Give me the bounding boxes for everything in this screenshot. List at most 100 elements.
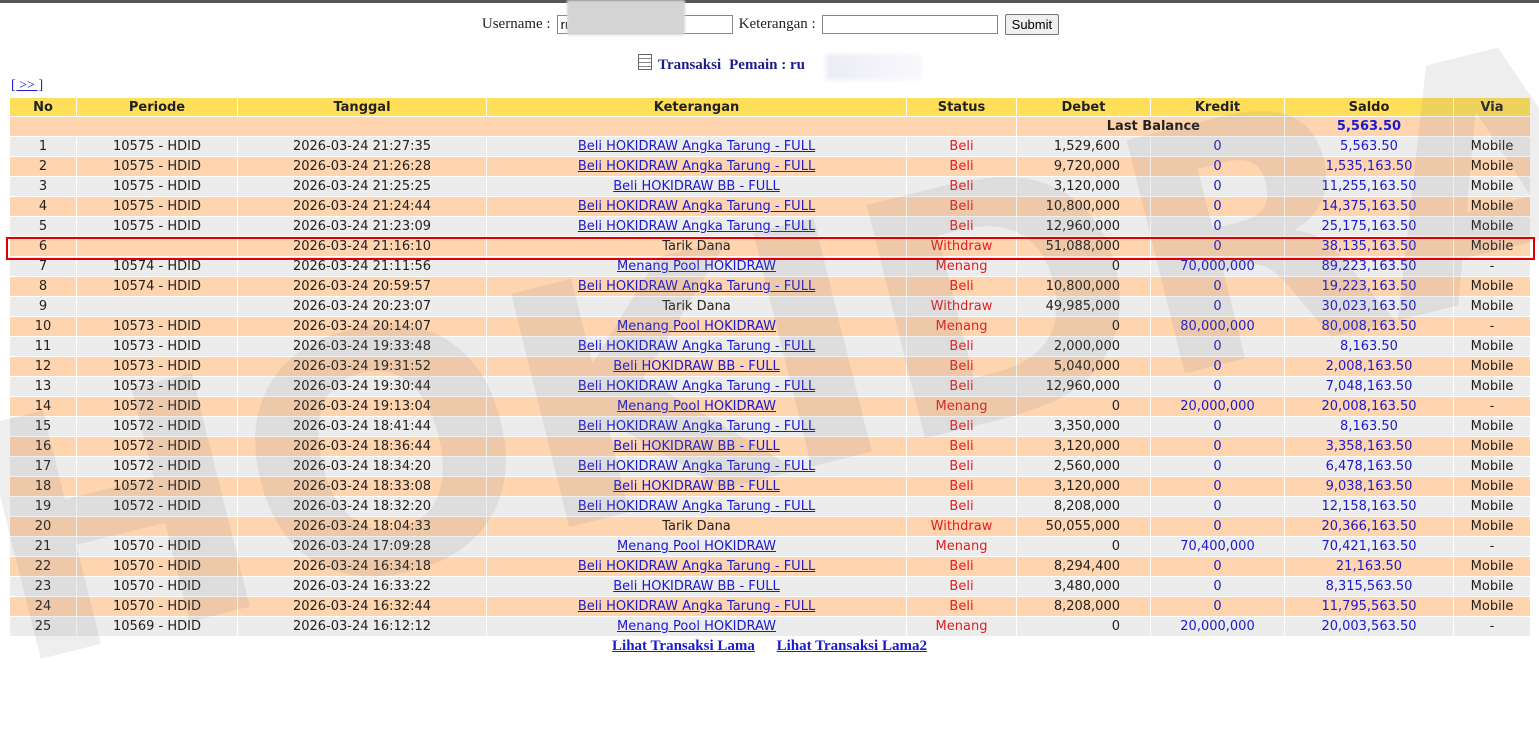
keterangan-link[interactable]: Beli HOKIDRAW Angka Tarung - FULL (578, 499, 815, 514)
keterangan-link[interactable]: Beli HOKIDRAW Angka Tarung - FULL (578, 139, 815, 154)
table-row: 18 10572 - HDID 2026-03-24 18:33:08 Beli HO… (10, 477, 1530, 496)
cell-keterangan: Beli HOKIDRAW BB - FULL (487, 357, 906, 376)
column-header-tanggal: Tanggal (238, 98, 486, 116)
keterangan-link[interactable]: Menang Pool HOKIDRAW (617, 319, 776, 334)
cell-periode: 10573 - HDID (77, 357, 237, 376)
cell-periode: 10570 - HDID (77, 557, 237, 576)
page-title: Transaksi Pemain : ru (0, 54, 1539, 74)
cell-saldo: 19,223,163.50 (1285, 277, 1453, 296)
lihat-transaksi-lama2-link[interactable]: Lihat Transaksi Lama2 (777, 638, 927, 654)
last-balance-label: Last Balance (1017, 117, 1284, 136)
cell-keterangan: Beli HOKIDRAW BB - FULL (487, 177, 906, 196)
cell-no: 14 (10, 397, 76, 416)
cell-no: 4 (10, 197, 76, 216)
keterangan-link[interactable]: Menang Pool HOKIDRAW (617, 619, 776, 634)
cell-debet: 2,560,000 (1017, 457, 1150, 476)
keterangan-link[interactable]: Beli HOKIDRAW Angka Tarung - FULL (578, 279, 815, 294)
cell-kredit: 0 (1151, 477, 1284, 496)
cell-saldo: 9,038,163.50 (1285, 477, 1453, 496)
cell-saldo: 5,563.50 (1285, 137, 1453, 156)
cell-no: 18 (10, 477, 76, 496)
cell-periode: 10572 - HDID (77, 497, 237, 516)
keterangan-link[interactable]: Beli HOKIDRAW Angka Tarung - FULL (578, 559, 815, 574)
cell-saldo: 3,358,163.50 (1285, 437, 1453, 456)
keterangan-link[interactable]: Beli HOKIDRAW Angka Tarung - FULL (578, 379, 815, 394)
keterangan-link[interactable]: Beli HOKIDRAW BB - FULL (613, 439, 780, 454)
cell-kredit: 0 (1151, 297, 1284, 316)
cell-no: 25 (10, 617, 76, 636)
keterangan-link[interactable]: Beli HOKIDRAW BB - FULL (613, 359, 780, 374)
submit-button[interactable]: Submit (1004, 13, 1060, 35)
cell-keterangan: Tarik Dana (487, 297, 906, 316)
cell-status: Beli (907, 557, 1016, 576)
keterangan-link[interactable]: Beli HOKIDRAW BB - FULL (613, 479, 780, 494)
cell-tanggal: 2026-03-24 19:31:52 (238, 357, 486, 376)
title-pemain: Pemain : ru (729, 57, 805, 73)
cell-kredit: 20,000,000 (1151, 617, 1284, 636)
table-row: 14 10572 - HDID 2026-03-24 19:13:04 Menang … (10, 397, 1530, 416)
cell-keterangan: Beli HOKIDRAW BB - FULL (487, 577, 906, 596)
cell-kredit: 0 (1151, 137, 1284, 156)
cell-no: 11 (10, 337, 76, 356)
keterangan-link[interactable]: Menang Pool HOKIDRAW (617, 259, 776, 274)
cell-tanggal: 2026-03-24 18:41:44 (238, 417, 486, 436)
table-row: 16 10572 - HDID 2026-03-24 18:36:44 Beli HO… (10, 437, 1530, 456)
keterangan-link[interactable]: Beli HOKIDRAW BB - FULL (613, 579, 780, 594)
cell-via: Mobile (1454, 457, 1530, 476)
cell-status: Beli (907, 477, 1016, 496)
cell-no: 21 (10, 537, 76, 556)
cell-keterangan: Menang Pool HOKIDRAW (487, 257, 906, 276)
cell-keterangan: Beli HOKIDRAW Angka Tarung - FULL (487, 197, 906, 216)
keterangan-link[interactable]: Beli HOKIDRAW BB - FULL (613, 179, 780, 194)
cell-periode: 10573 - HDID (77, 337, 237, 356)
cell-keterangan: Beli HOKIDRAW Angka Tarung - FULL (487, 157, 906, 176)
cell-kredit: 0 (1151, 357, 1284, 376)
keterangan-link[interactable]: Menang Pool HOKIDRAW (617, 399, 776, 414)
cell-kredit: 0 (1151, 217, 1284, 236)
keterangan-link[interactable]: Beli HOKIDRAW Angka Tarung - FULL (578, 459, 815, 474)
cell-kredit: 70,400,000 (1151, 537, 1284, 556)
keterangan-link[interactable]: Menang Pool HOKIDRAW (617, 539, 776, 554)
keterangan-link[interactable]: Beli HOKIDRAW Angka Tarung - FULL (578, 599, 815, 614)
cell-via: - (1454, 397, 1530, 416)
cell-kredit: 0 (1151, 377, 1284, 396)
cell-status: Withdraw (907, 237, 1016, 256)
cell-debet: 3,120,000 (1017, 477, 1150, 496)
keterangan-input[interactable] (821, 14, 998, 34)
keterangan-link[interactable]: Beli HOKIDRAW Angka Tarung - FULL (578, 199, 815, 214)
cell-no: 20 (10, 517, 76, 536)
cell-via: Mobile (1454, 277, 1530, 296)
cell-via: Mobile (1454, 477, 1530, 496)
search-form: Username : Keterangan : Submit (0, 12, 1539, 36)
cell-kredit: 0 (1151, 417, 1284, 436)
table-row: 1 10575 - HDID 2026-03-24 21:27:35 Beli HOK… (10, 137, 1530, 156)
cell-saldo: 14,375,163.50 (1285, 197, 1453, 216)
cell-periode (77, 297, 237, 316)
cell-status: Withdraw (907, 517, 1016, 536)
cell-debet: 10,800,000 (1017, 197, 1150, 216)
lihat-transaksi-lama-link[interactable]: Lihat Transaksi Lama (612, 638, 755, 654)
keterangan-link[interactable]: Beli HOKIDRAW Angka Tarung - FULL (578, 419, 815, 434)
document-icon (638, 54, 653, 70)
cell-keterangan: Beli HOKIDRAW Angka Tarung - FULL (487, 557, 906, 576)
cell-keterangan: Beli HOKIDRAW BB - FULL (487, 477, 906, 496)
cell-periode: 10569 - HDID (77, 617, 237, 636)
keterangan-link[interactable]: Beli HOKIDRAW Angka Tarung - FULL (578, 339, 815, 354)
keterangan-link[interactable]: Beli HOKIDRAW Angka Tarung - FULL (578, 159, 815, 174)
next-page-link[interactable]: [ >> ] (11, 78, 43, 94)
cell-no: 22 (10, 557, 76, 576)
cell-no: 16 (10, 437, 76, 456)
cell-kredit: 0 (1151, 157, 1284, 176)
cell-status: Beli (907, 357, 1016, 376)
cell-saldo: 11,795,563.50 (1285, 597, 1453, 616)
cell-saldo: 20,366,163.50 (1285, 517, 1453, 536)
cell-kredit: 0 (1151, 517, 1284, 536)
cell-status: Beli (907, 377, 1016, 396)
cell-tanggal: 2026-03-24 21:25:25 (238, 177, 486, 196)
cell-no: 15 (10, 417, 76, 436)
keterangan-link[interactable]: Beli HOKIDRAW Angka Tarung - FULL (578, 219, 815, 234)
cell-kredit: 20,000,000 (1151, 397, 1284, 416)
cell-saldo: 25,175,163.50 (1285, 217, 1453, 236)
column-header-debet: Debet (1017, 98, 1150, 116)
table-row: 15 10572 - HDID 2026-03-24 18:41:44 Beli HO… (10, 417, 1530, 436)
